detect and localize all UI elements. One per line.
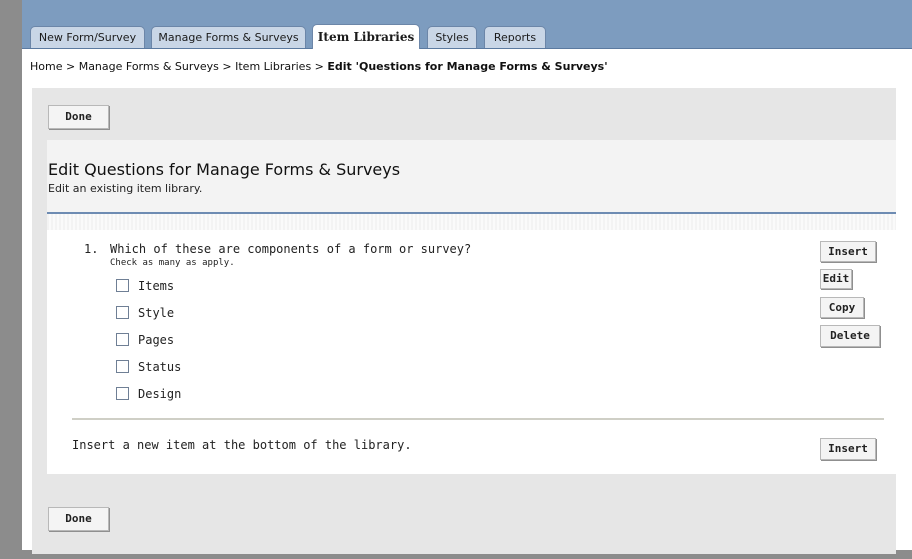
insert-item-button[interactable]: Insert (820, 241, 876, 262)
checkbox[interactable] (116, 279, 129, 292)
breadcrumb: Home > Manage Forms & Surveys > Item Lib… (30, 60, 608, 73)
option-pages[interactable]: Pages (116, 333, 174, 347)
breadcrumb-separator: > (314, 60, 324, 73)
option-style[interactable]: Style (116, 306, 174, 320)
item-divider (72, 418, 884, 420)
insert-bottom-button[interactable]: Insert (820, 438, 876, 460)
breadcrumb-current: Edit 'Questions for Manage Forms & Surve… (327, 60, 608, 73)
breadcrumb-manage-link[interactable]: Manage Forms & Surveys (79, 60, 219, 73)
copy-item-button[interactable]: Copy (820, 297, 864, 318)
done-button-top[interactable]: Done (48, 105, 109, 129)
question-number: 1. (84, 242, 99, 256)
window-frame-left (0, 0, 22, 559)
page-title: Edit Questions for Manage Forms & Survey… (48, 160, 401, 179)
tab-new-form-survey[interactable]: New Form/Survey (30, 26, 145, 48)
option-label: Style (138, 306, 175, 320)
insert-note: Insert a new item at the bottom of the l… (72, 438, 412, 452)
edit-item-button[interactable]: Edit (820, 269, 852, 289)
option-items[interactable]: Items (116, 279, 174, 293)
header-hatch (47, 214, 896, 230)
checkbox[interactable] (116, 306, 129, 319)
question-hint: Check as many as apply. (110, 258, 235, 268)
question-text: Which of these are components of a form … (110, 242, 472, 256)
option-status[interactable]: Status (116, 360, 181, 374)
tab-styles[interactable]: Styles (427, 26, 477, 48)
delete-item-button[interactable]: Delete (820, 325, 880, 347)
breadcrumb-home-link[interactable]: Home (30, 60, 62, 73)
checkbox[interactable] (116, 387, 129, 400)
checkbox[interactable] (116, 360, 129, 373)
breadcrumb-separator: > (222, 60, 232, 73)
option-label: Items (138, 279, 175, 293)
option-label: Pages (138, 333, 175, 347)
tab-reports[interactable]: Reports (484, 26, 546, 48)
option-design[interactable]: Design (116, 387, 181, 401)
tab-manage-forms-surveys[interactable]: Manage Forms & Surveys (151, 26, 306, 48)
breadcrumb-separator: > (65, 60, 76, 73)
done-button-bottom[interactable]: Done (48, 507, 109, 531)
option-label: Status (138, 360, 182, 374)
checkbox[interactable] (116, 333, 129, 346)
page-subtitle: Edit an existing item library. (48, 182, 203, 195)
tab-item-libraries[interactable]: Item Libraries (312, 24, 420, 49)
breadcrumb-libraries-link[interactable]: Item Libraries (235, 60, 311, 73)
option-label: Design (138, 387, 182, 401)
